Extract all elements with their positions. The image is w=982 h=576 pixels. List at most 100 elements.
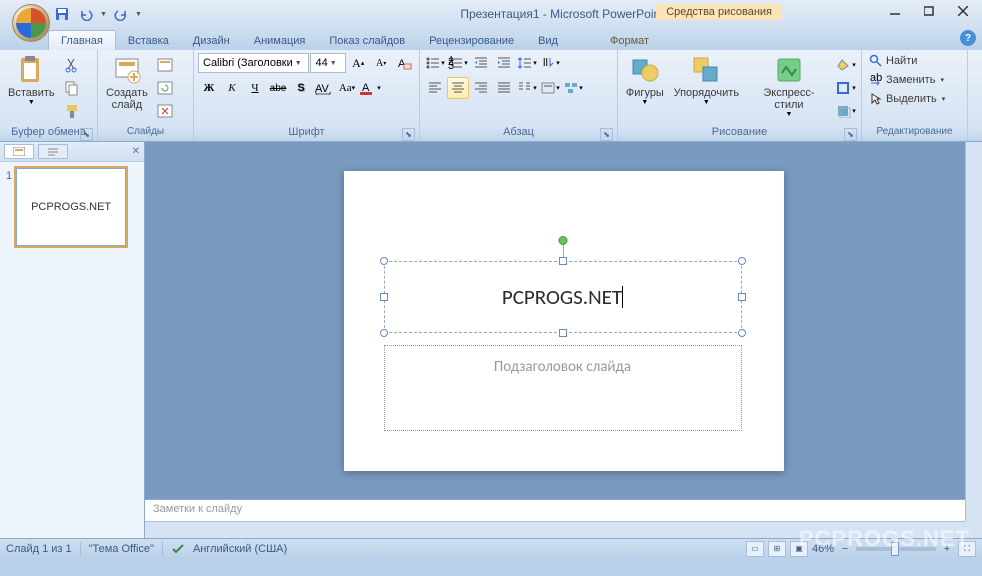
select-button[interactable]: Выделить▾ <box>866 90 963 108</box>
tab-format[interactable]: Формат <box>598 31 661 50</box>
decrease-indent-icon[interactable] <box>470 52 492 74</box>
close-panel-icon[interactable]: ✕ <box>132 146 140 157</box>
resize-handle-w[interactable] <box>380 293 388 301</box>
shape-fill-icon[interactable]: ▾ <box>835 54 857 76</box>
slides-tab[interactable] <box>4 144 34 159</box>
spellcheck-icon[interactable] <box>171 542 185 556</box>
font-color-icon[interactable]: A▾ <box>359 77 381 99</box>
clear-formatting-icon[interactable]: A <box>393 52 415 74</box>
vertical-scrollbar[interactable] <box>965 142 982 521</box>
paragraph-launcher[interactable]: ⬊ <box>600 128 613 141</box>
italic-icon[interactable]: К <box>221 77 243 99</box>
align-text-icon[interactable]: ▾ <box>539 77 561 99</box>
shapes-button[interactable]: Фигуры▼ <box>622 52 668 108</box>
tab-review[interactable]: Рецензирование <box>417 31 526 50</box>
title-textbox[interactable]: PCPROGS.NET <box>384 261 742 333</box>
cut-icon[interactable] <box>61 54 83 76</box>
tab-home[interactable]: Главная <box>48 30 116 50</box>
status-language[interactable]: Английский (США) <box>193 543 287 555</box>
format-painter-icon[interactable] <box>61 100 83 122</box>
outline-tab[interactable] <box>38 144 68 159</box>
slide-canvas[interactable]: PCPROGS.NET Подзаголовок слайда <box>344 171 784 471</box>
change-case-icon[interactable]: Aa▾ <box>336 77 358 99</box>
line-spacing-icon[interactable]: ▾ <box>516 52 538 74</box>
zoom-level[interactable]: 46% <box>812 543 834 555</box>
normal-view-icon[interactable]: ▭ <box>746 541 764 557</box>
group-font: Calibri (Заголовки▼ 44▼ A▴ A▾ A Ж К Ч ab… <box>194 50 420 141</box>
paste-button[interactable]: Вставить ▼ <box>4 52 59 108</box>
char-spacing-icon[interactable]: AV <box>313 77 335 99</box>
window-title: Презентация1 - Microsoft PowerPoint <box>142 7 982 21</box>
zoom-in-icon[interactable]: + <box>940 543 954 555</box>
font-size-combo[interactable]: 44▼ <box>310 53 346 73</box>
close-button[interactable] <box>946 0 980 22</box>
convert-smartart-icon[interactable]: ▾ <box>562 77 584 99</box>
rotation-handle[interactable] <box>558 236 567 245</box>
svg-text:3: 3 <box>448 60 454 70</box>
font-name-combo[interactable]: Calibri (Заголовки▼ <box>198 53 309 73</box>
help-icon[interactable]: ? <box>960 30 976 46</box>
svg-text:AV: AV <box>315 83 330 95</box>
sorter-view-icon[interactable]: ⊞ <box>768 541 786 557</box>
notes-pane[interactable]: Заметки к слайду <box>145 499 965 521</box>
zoom-out-icon[interactable]: − <box>838 543 852 555</box>
subtitle-textbox[interactable]: Подзаголовок слайда <box>384 345 742 431</box>
bold-icon[interactable]: Ж <box>198 77 220 99</box>
resize-handle-sw[interactable] <box>380 329 388 337</box>
maximize-button[interactable] <box>912 0 946 22</box>
columns-icon[interactable]: ▾ <box>516 77 538 99</box>
find-button[interactable]: Найти <box>866 52 963 70</box>
fit-window-icon[interactable]: ⛶ <box>958 541 976 557</box>
shape-effects-icon[interactable]: ▾ <box>835 100 857 122</box>
bullets-icon[interactable]: ▾ <box>424 52 446 74</box>
tab-animation[interactable]: Анимация <box>242 31 318 50</box>
justify-icon[interactable] <box>493 77 515 99</box>
increase-indent-icon[interactable] <box>493 52 515 74</box>
shadow-icon[interactable]: S <box>290 77 312 99</box>
grow-font-icon[interactable]: A▴ <box>347 52 369 74</box>
resize-handle-ne[interactable] <box>738 257 746 265</box>
shape-outline-icon[interactable]: ▾ <box>835 77 857 99</box>
redo-icon[interactable] <box>111 4 131 24</box>
strikethrough-icon[interactable]: abe <box>267 77 289 99</box>
font-launcher[interactable]: ⬊ <box>402 128 415 141</box>
slideshow-view-icon[interactable]: ▣ <box>790 541 808 557</box>
copy-icon[interactable] <box>61 77 83 99</box>
office-button[interactable] <box>12 4 50 42</box>
resize-handle-s[interactable] <box>559 329 567 337</box>
align-left-icon[interactable] <box>424 77 446 99</box>
new-slide-button[interactable]: Создать слайд <box>102 52 152 113</box>
numbering-icon[interactable]: 123▾ <box>447 52 469 74</box>
quick-styles-button[interactable]: Экспресс-стили▼ <box>745 52 833 120</box>
slide-area: PCPROGS.NET Подзаголовок слайда Заметки … <box>145 142 982 538</box>
underline-icon[interactable]: Ч <box>244 77 266 99</box>
align-right-icon[interactable] <box>470 77 492 99</box>
tab-design[interactable]: Дизайн <box>181 31 242 50</box>
svg-text:ab: ab <box>870 73 882 84</box>
resize-handle-nw[interactable] <box>380 257 388 265</box>
tab-slideshow[interactable]: Показ слайдов <box>317 31 417 50</box>
slide-thumbnail[interactable]: 1 PCPROGS.NET <box>6 168 138 246</box>
tab-view[interactable]: Вид <box>526 31 570 50</box>
resize-handle-se[interactable] <box>738 329 746 337</box>
align-center-icon[interactable] <box>447 77 469 99</box>
reset-icon[interactable] <box>154 77 176 99</box>
title-text[interactable]: PCPROGS.NET <box>502 284 622 310</box>
undo-icon[interactable] <box>76 4 96 24</box>
resize-handle-e[interactable] <box>738 293 746 301</box>
save-icon[interactable] <box>52 4 72 24</box>
text-direction-icon[interactable]: ll▾ <box>539 52 561 74</box>
zoom-slider[interactable] <box>856 547 936 551</box>
ribbon: Вставить ▼ Буфер обмена⬊ Создать слайд <box>0 50 982 142</box>
replace-button[interactable]: abЗаменить▾ <box>866 71 963 89</box>
horizontal-scrollbar[interactable] <box>145 521 965 538</box>
layout-icon[interactable] <box>154 54 176 76</box>
shrink-font-icon[interactable]: A▾ <box>370 52 392 74</box>
minimize-button[interactable] <box>878 0 912 22</box>
arrange-button[interactable]: Упорядочить▼ <box>670 52 743 108</box>
drawing-launcher[interactable]: ⬊ <box>844 128 857 141</box>
resize-handle-n[interactable] <box>559 257 567 265</box>
clipboard-launcher[interactable]: ⬊ <box>80 128 93 141</box>
tab-insert[interactable]: Вставка <box>116 31 181 50</box>
delete-slide-icon[interactable] <box>154 100 176 122</box>
